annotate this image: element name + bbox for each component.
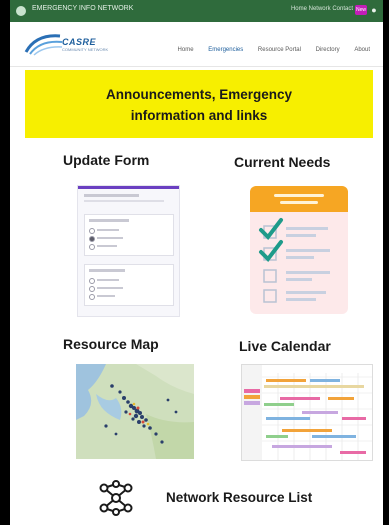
resource-map-title[interactable]: Resource Map xyxy=(63,336,159,352)
banner-line-1: Announcements, Emergency xyxy=(105,87,293,102)
nav-item-about[interactable]: About xyxy=(354,47,370,53)
banner-text: Announcements, Emergency information and… xyxy=(25,84,373,126)
form-line xyxy=(84,194,139,197)
form-line xyxy=(97,245,117,247)
browser-top-bar: EMERGENCY INFO NETWORK Home Network Cont… xyxy=(10,0,383,22)
form-section xyxy=(84,264,174,306)
site-logo[interactable]: CASRE COMMUNITY NETWORK xyxy=(24,30,108,56)
banner-line-2: information and links xyxy=(130,108,268,123)
radio-icon xyxy=(89,286,95,292)
site-favicon-icon xyxy=(16,6,26,16)
update-form-title[interactable]: Update Form xyxy=(63,152,149,168)
form-accent-bar xyxy=(78,186,179,189)
current-needs-title[interactable]: Current Needs xyxy=(234,154,330,170)
top-links[interactable]: Home Network Contact xyxy=(291,6,353,12)
main-nav: Home Emergencies Resource Portal Directo… xyxy=(178,47,383,53)
radio-icon xyxy=(89,228,95,234)
network-icon[interactable] xyxy=(96,480,136,516)
site-title: EMERGENCY INFO NETWORK xyxy=(32,5,134,12)
form-line xyxy=(97,295,115,297)
calendar-image xyxy=(242,365,372,460)
form-icon[interactable] xyxy=(77,185,180,317)
form-line xyxy=(89,269,125,272)
logo-swoosh-icon xyxy=(24,34,63,56)
logo-subtitle: COMMUNITY NETWORK xyxy=(62,47,109,52)
logo-text: CASRE xyxy=(62,37,97,47)
form-line xyxy=(89,219,129,222)
nav-item-home[interactable]: Home xyxy=(178,47,194,53)
network-resource-list-title[interactable]: Network Resource List xyxy=(166,490,312,505)
radio-icon xyxy=(89,278,95,284)
page: EMERGENCY INFO NETWORK Home Network Cont… xyxy=(10,0,383,525)
radio-icon xyxy=(89,294,95,300)
checklist-icon[interactable] xyxy=(250,186,348,314)
calendar-icon[interactable] xyxy=(241,364,373,461)
radio-icon xyxy=(89,244,95,250)
form-line xyxy=(97,229,119,231)
form-line xyxy=(97,287,123,289)
map-icon[interactable] xyxy=(76,364,194,459)
live-calendar-title[interactable]: Live Calendar xyxy=(239,338,331,354)
new-badge[interactable]: New xyxy=(355,5,367,15)
nav-item-resource-portal[interactable]: Resource Portal xyxy=(258,47,301,53)
nav-item-directory[interactable]: Directory xyxy=(316,47,340,53)
form-line xyxy=(84,200,164,202)
site-header: CASRE COMMUNITY NETWORK Home Emergencies… xyxy=(10,22,383,67)
nav-item-emergencies[interactable]: Emergencies xyxy=(208,47,243,53)
form-line xyxy=(97,237,123,239)
radio-icon xyxy=(89,236,95,242)
form-line xyxy=(97,279,119,281)
form-section xyxy=(84,214,174,256)
user-icon[interactable]: ● xyxy=(369,5,379,15)
map-image xyxy=(76,364,194,459)
announcement-banner[interactable]: Announcements, Emergency information and… xyxy=(25,70,373,138)
